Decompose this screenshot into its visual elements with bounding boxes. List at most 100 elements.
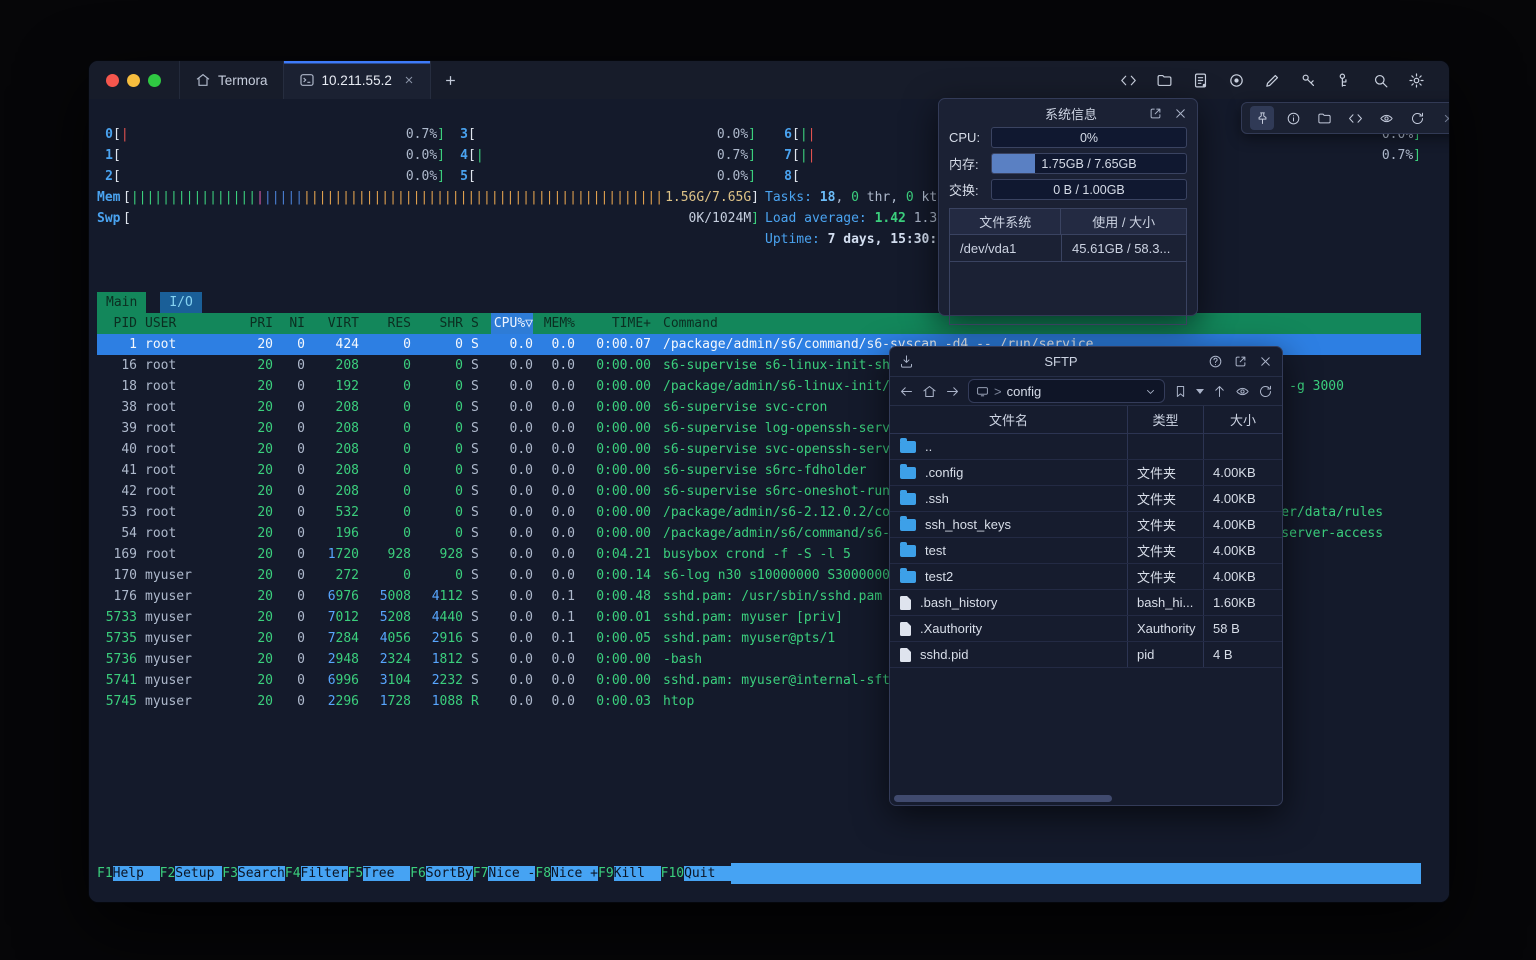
window-controls	[89, 61, 179, 99]
refresh-icon[interactable]	[1258, 384, 1273, 399]
chevron-down-icon[interactable]	[1144, 385, 1157, 398]
file-row[interactable]: ..	[890, 434, 1282, 460]
close-panel-icon[interactable]	[1258, 354, 1273, 369]
process-mem: 0.0	[533, 565, 575, 586]
tab-termora-home[interactable]: Termora	[179, 61, 283, 99]
search-icon[interactable]	[1372, 72, 1389, 89]
process-time: 0:00.00	[575, 355, 651, 376]
function-key[interactable]: F9Kill	[598, 863, 661, 884]
sftp-title: SFTP	[914, 354, 1208, 369]
open-in-window-icon[interactable]	[1233, 354, 1248, 369]
refresh-button[interactable]	[1405, 106, 1429, 130]
process-pid: 54	[97, 523, 137, 544]
new-tab-button[interactable]	[431, 61, 470, 99]
folder-icon[interactable]	[1156, 72, 1173, 89]
col-filename[interactable]: 文件名	[890, 406, 1128, 433]
close-panel-icon[interactable]	[1173, 106, 1188, 121]
function-key[interactable]: F2Setup	[160, 863, 223, 884]
htop-tab-io[interactable]: I/O	[160, 292, 201, 313]
bookmark-icon[interactable]	[1173, 384, 1188, 399]
function-key[interactable]: F8Nice +	[535, 863, 598, 884]
tab-session-10-211-55-2[interactable]: 10.211.55.2	[283, 61, 431, 99]
process-res: 2324	[359, 649, 411, 670]
file-type-icon	[900, 648, 911, 662]
col-ni[interactable]: NI	[273, 313, 305, 334]
htop-tab-main[interactable]: Main	[97, 292, 146, 313]
log-document-icon[interactable]	[1192, 72, 1209, 89]
show-hidden-eye-icon[interactable]	[1235, 384, 1250, 399]
file-name: .ssh	[925, 491, 949, 506]
zoom-window-button[interactable]	[148, 74, 161, 87]
keychain-icon[interactable]	[1336, 72, 1353, 89]
function-key[interactable]: F1Help	[97, 863, 160, 884]
process-pri: 20	[241, 586, 273, 607]
up-directory-icon[interactable]	[1212, 384, 1227, 399]
nvidia-button[interactable]	[1374, 106, 1398, 130]
col-state[interactable]: S	[463, 313, 491, 334]
record-icon[interactable]	[1228, 72, 1245, 89]
process-pid: 38	[97, 397, 137, 418]
help-icon[interactable]	[1208, 354, 1223, 369]
close-window-button[interactable]	[106, 74, 119, 87]
function-key[interactable]: F4Filter	[285, 863, 348, 884]
col-shr[interactable]: SHR	[411, 313, 463, 334]
pin-button[interactable]	[1250, 106, 1274, 130]
settings-gear-icon[interactable]	[1408, 72, 1425, 89]
file-row[interactable]: .Xauthority Xauthority 58 B	[890, 616, 1282, 642]
sftp-table-empty-area	[890, 668, 1282, 793]
process-mem: 0.1	[533, 628, 575, 649]
cpu-usage-row: CPU: 0%	[949, 128, 1187, 147]
minimize-window-button[interactable]	[127, 74, 140, 87]
process-res: 0	[359, 439, 411, 460]
file-row[interactable]: .config 文件夹 4.00KB	[890, 460, 1282, 486]
col-user[interactable]: USER	[145, 313, 241, 334]
function-key[interactable]: F10Quit	[661, 863, 731, 884]
transfers-download-icon[interactable]	[899, 354, 914, 369]
close-toolbar-button[interactable]	[1436, 106, 1450, 130]
col-res[interactable]: RES	[359, 313, 411, 334]
cpu3-meter: 3[0.0%]	[452, 124, 756, 145]
col-filesize[interactable]: 大小	[1204, 406, 1282, 433]
open-in-window-icon[interactable]	[1148, 106, 1163, 121]
col-pri[interactable]: PRI	[241, 313, 273, 334]
path-breadcrumb[interactable]: > config	[968, 379, 1165, 403]
scrollbar-thumb[interactable]	[894, 795, 1112, 802]
col-pid[interactable]: PID	[97, 313, 137, 334]
code-icon[interactable]	[1120, 72, 1137, 89]
file-row[interactable]: ssh_host_keys 文件夹 4.00KB	[890, 512, 1282, 538]
process-res: 928	[359, 544, 411, 565]
tab-close-icon[interactable]	[403, 74, 415, 86]
file-type: 文件夹	[1128, 486, 1204, 511]
col-time[interactable]: TIME+	[575, 313, 651, 334]
code-button[interactable]	[1343, 106, 1367, 130]
process-pri: 20	[241, 376, 273, 397]
col-filetype[interactable]: 类型	[1128, 406, 1204, 433]
key-icon[interactable]	[1300, 72, 1317, 89]
home-icon[interactable]	[922, 384, 937, 399]
function-key[interactable]: F3Search	[222, 863, 285, 884]
process-shr: 928	[411, 544, 463, 565]
process-cpu: 0.0	[491, 565, 533, 586]
file-row[interactable]: .ssh 文件夹 4.00KB	[890, 486, 1282, 512]
col-mem[interactable]: MEM%	[533, 313, 575, 334]
process-time: 0:00.00	[575, 439, 651, 460]
bookmark-dropdown-caret[interactable]	[1196, 389, 1204, 394]
edit-pencil-icon[interactable]	[1264, 72, 1281, 89]
process-virt: 532	[305, 502, 359, 523]
function-key[interactable]: F7Nice -	[473, 863, 536, 884]
col-virt[interactable]: VIRT	[305, 313, 359, 334]
process-res: 5008	[359, 586, 411, 607]
file-row[interactable]: sshd.pid pid 4 B	[890, 642, 1282, 668]
col-cpu-sort[interactable]: CPU%▽	[491, 313, 533, 334]
info-button[interactable]	[1281, 106, 1305, 130]
folder-button[interactable]	[1312, 106, 1336, 130]
file-row[interactable]: test 文件夹 4.00KB	[890, 538, 1282, 564]
process-shr: 4112	[411, 586, 463, 607]
filesystem-row[interactable]: /dev/vda1 45.61GB / 58.3...	[950, 235, 1186, 262]
function-key[interactable]: F6SortBy	[410, 863, 473, 884]
function-key[interactable]: F5Tree	[348, 863, 411, 884]
file-row[interactable]: test2 文件夹 4.00KB	[890, 564, 1282, 590]
forward-icon[interactable]	[945, 384, 960, 399]
file-row[interactable]: .bash_history bash_hi... 1.60KB	[890, 590, 1282, 616]
back-icon[interactable]	[899, 384, 914, 399]
